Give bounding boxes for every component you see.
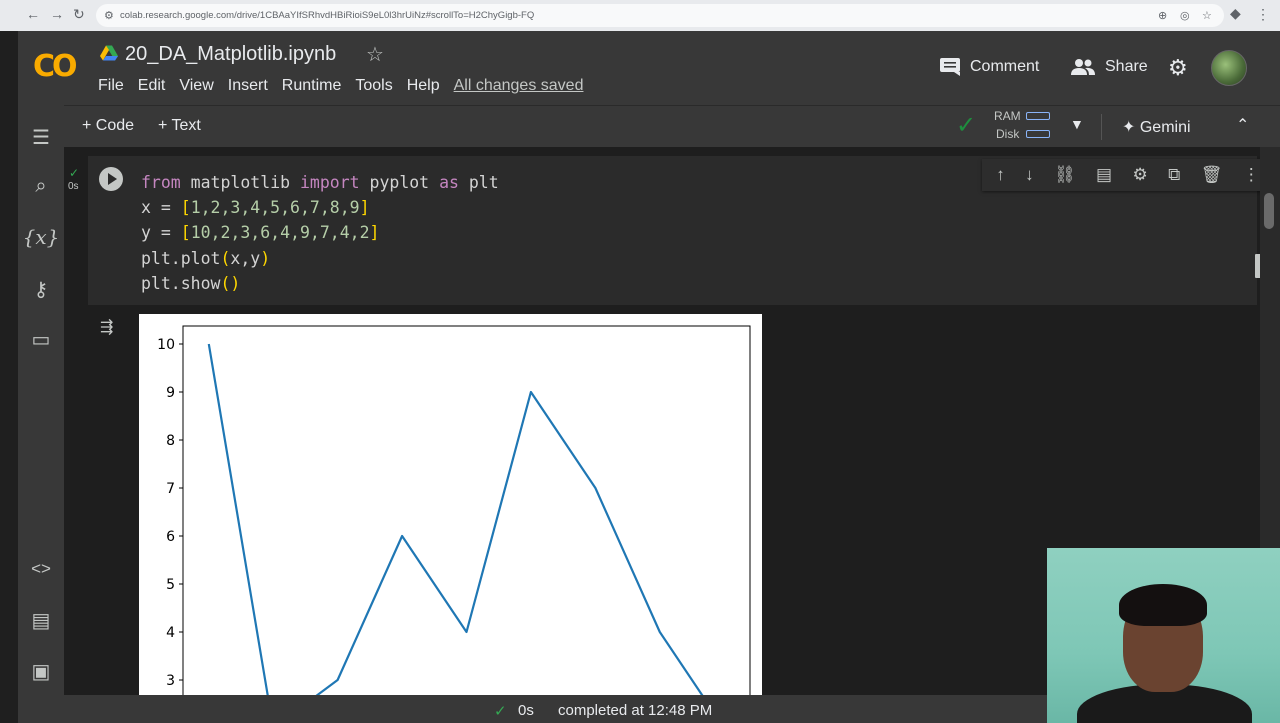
gemini-button[interactable]: ✦ Gemini <box>1122 117 1191 137</box>
disk-label: Disk <box>996 127 1020 141</box>
plot-output: 10 9 8 7 6 5 4 3 <box>139 314 762 695</box>
y-tick-label: 9 <box>166 385 175 401</box>
comment-button[interactable]: Comment <box>940 58 1039 76</box>
line-chart: 10 9 8 7 6 5 4 3 <box>157 325 751 695</box>
terminal-icon[interactable]: ▣ <box>18 659 64 684</box>
y-tick-label: 3 <box>166 673 175 689</box>
ram-bar <box>1026 112 1050 120</box>
settings-gear-icon[interactable]: ⚙ <box>1168 55 1188 81</box>
menu-view[interactable]: View <box>179 77 213 95</box>
zoom-icon[interactable]: ⊕ <box>1158 9 1167 22</box>
ram-label: RAM <box>994 109 1021 123</box>
add-text-button[interactable]: + Text <box>158 117 201 135</box>
address-bar[interactable]: ⚙ colab.research.google.com/drive/1CBAaY… <box>96 4 1224 27</box>
site-info-icon[interactable]: ⚙ <box>104 9 114 22</box>
share-button[interactable]: Share <box>1071 58 1148 76</box>
move-down-icon[interactable]: ↓ <box>1025 165 1034 185</box>
share-label: Share <box>1105 58 1148 75</box>
comment-label: Comment <box>970 58 1040 75</box>
comment-cell-icon[interactable]: ▤ <box>1096 165 1112 185</box>
menu-bar: File Edit View Insert Runtime Tools Help… <box>98 77 597 95</box>
success-check-icon: ✓ <box>69 166 80 180</box>
y-tick-label: 6 <box>166 529 175 545</box>
series-line <box>207 343 704 695</box>
cell-settings-gear-icon[interactable]: ⚙ <box>1132 165 1147 185</box>
code-line: y = [10,2,3,6,4,9,7,4,2] <box>141 223 380 243</box>
collapse-chevron-icon[interactable]: ⌃ <box>1236 115 1249 135</box>
code-editor[interactable]: from matplotlib import pyplot as plt x = … <box>141 170 499 296</box>
menu-file[interactable]: File <box>98 77 124 95</box>
files-folder-icon[interactable]: ▭ <box>18 327 64 352</box>
gemini-label: Gemini <box>1139 119 1191 136</box>
url-text: colab.research.google.com/drive/1CBAaYIf… <box>120 10 535 21</box>
webcam-overlay <box>1047 548 1280 723</box>
disk-bar <box>1026 130 1050 138</box>
y-tick-label: 7 <box>166 481 175 497</box>
menu-runtime[interactable]: Runtime <box>282 77 342 95</box>
code-line: plt.plot(x,y) <box>141 248 271 268</box>
notebook-toolbar: + Code + Text ✓ RAM Disk ▼ ✦ Gemini ⌃ <box>64 105 1280 147</box>
status-completed: completed at 12:48 PM <box>558 702 713 719</box>
eye-off-icon[interactable]: ◎ <box>1180 9 1190 22</box>
variables-icon[interactable]: {x} <box>18 225 64 249</box>
reload-icon[interactable]: ↻ <box>73 6 85 23</box>
forward-icon[interactable]: → <box>50 6 64 22</box>
menu-insert[interactable]: Insert <box>228 77 268 95</box>
table-of-contents-icon[interactable]: ☰ <box>18 125 64 150</box>
code-line: plt.show() <box>141 273 241 293</box>
comment-icon <box>940 58 960 76</box>
connected-check-icon: ✓ <box>956 112 977 139</box>
code-line: x = [1,2,3,4,5,6,7,8,9] <box>141 198 370 218</box>
colab-header: CO 20_DA_Matplotlib.ipynb ☆ File Edit Vi… <box>18 31 1280 105</box>
add-code-button[interactable]: + Code <box>82 117 134 135</box>
y-tick-label: 10 <box>157 337 175 353</box>
y-tick-label: 5 <box>166 577 175 593</box>
save-status[interactable]: All changes saved <box>454 77 584 95</box>
notebook-title[interactable]: 20_DA_Matplotlib.ipynb <box>125 43 336 66</box>
toolbar-divider <box>1101 114 1102 140</box>
more-icon[interactable]: ⋮ <box>1256 6 1270 23</box>
menu-edit[interactable]: Edit <box>138 77 166 95</box>
search-icon[interactable]: ⌕ <box>18 175 64 198</box>
cell-toolbar: ↑ ↓ ⛓ ▤ ⚙ ⧉ 🗑 ⋮ <box>982 159 1274 191</box>
cell-gutter: ✓ 0s <box>64 156 88 305</box>
secrets-key-icon[interactable]: ⚷ <box>18 277 64 302</box>
menu-tools[interactable]: Tools <box>355 77 392 95</box>
user-avatar[interactable] <box>1211 50 1247 86</box>
left-sidebar: ☰ ⌕ {x} ⚷ ▭ <> ▤ ▣ <box>18 105 64 723</box>
status-exec-time: 0s <box>518 702 534 719</box>
more-vert-icon[interactable]: ⋮ <box>1243 165 1260 185</box>
move-up-icon[interactable]: ↑ <box>996 165 1005 185</box>
menu-help[interactable]: Help <box>407 77 440 95</box>
colab-logo[interactable]: CO <box>33 49 77 84</box>
person-hair <box>1119 584 1207 626</box>
code-cell[interactable]: ✓ 0s from matplotlib import pyplot as pl… <box>68 156 1274 305</box>
output-actions-icon[interactable]: ⇶ <box>100 317 113 337</box>
runtime-dropdown-icon[interactable]: ▼ <box>1070 116 1084 132</box>
google-drive-icon <box>100 45 118 61</box>
link-icon[interactable]: ⛓ <box>1054 165 1076 185</box>
notebook-scroll-thumb[interactable] <box>1264 193 1274 229</box>
run-cell-button[interactable] <box>99 167 123 191</box>
status-check-icon: ✓ <box>494 703 507 720</box>
bookmark-star-icon[interactable]: ☆ <box>1202 9 1212 22</box>
star-icon[interactable]: ☆ <box>366 42 384 67</box>
y-tick-label: 4 <box>166 625 175 641</box>
y-tick-label: 8 <box>166 433 175 449</box>
back-icon[interactable]: ← <box>26 6 40 22</box>
people-icon <box>1071 59 1095 75</box>
code-line: from matplotlib import pyplot as plt <box>141 173 499 192</box>
command-palette-icon[interactable]: ▤ <box>18 608 64 633</box>
exec-time: 0s <box>68 181 79 192</box>
extension-icon[interactable]: ◆ <box>1230 5 1241 22</box>
delete-trash-icon[interactable]: 🗑 <box>1201 165 1223 185</box>
mirror-cell-icon[interactable]: ⧉ <box>1168 165 1180 185</box>
code-snippets-icon[interactable]: <> <box>18 559 64 579</box>
browser-bar: ← → ↻ ⚙ colab.research.google.com/drive/… <box>0 0 1280 31</box>
